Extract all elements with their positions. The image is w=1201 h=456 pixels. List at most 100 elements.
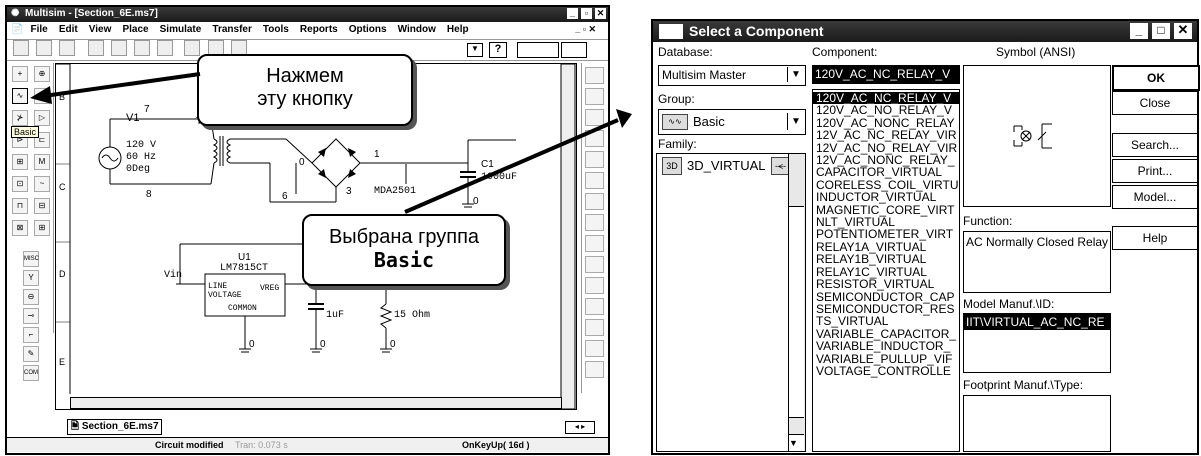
paste-icon[interactable] (134, 40, 151, 56)
function-generator-icon[interactable] (584, 88, 604, 105)
close-button[interactable]: ✕ (595, 8, 606, 19)
logic-analyzer-icon[interactable] (584, 193, 604, 210)
tab-scroll-buttons[interactable]: ◂ ▸ (565, 421, 595, 434)
component-item[interactable]: INDUCTOR_VIRTUAL (813, 191, 959, 204)
switch-button[interactable]: ⊸ (23, 308, 39, 324)
component-item[interactable]: POTENTIOMETER_VIRT (813, 228, 959, 241)
analog-button[interactable]: ▷ (34, 110, 50, 126)
misc2-button[interactable]: ⊞ (34, 220, 50, 236)
basic-button[interactable]: ∿ (12, 88, 28, 104)
mixed-button[interactable]: M (34, 154, 50, 170)
family-scrollbar[interactable]: ▲ ▼ (788, 154, 805, 451)
misc-button[interactable]: ~ (34, 176, 50, 192)
family-item[interactable]: 3D 3D_VIRTUAL (657, 154, 766, 179)
oscilloscope-icon[interactable] (584, 130, 604, 147)
search-button[interactable]: Search... (1112, 133, 1198, 157)
maximize-button[interactable]: ▫ (581, 8, 592, 19)
menu-view[interactable]: View (89, 24, 112, 35)
zoom-in-icon[interactable] (184, 40, 201, 56)
new-icon[interactable] (13, 40, 29, 56)
model-button[interactable]: Model... (1112, 185, 1198, 209)
wattmeter-icon[interactable] (584, 109, 604, 126)
measurement-probe-icon[interactable] (584, 319, 604, 336)
distortion-analyzer-icon[interactable] (584, 235, 604, 252)
source-button[interactable]: + (12, 66, 28, 82)
spectrum-analyzer-icon[interactable] (584, 256, 604, 273)
save-icon[interactable] (59, 40, 76, 56)
open-icon[interactable] (36, 40, 53, 56)
wire-button[interactable]: ⌐ (23, 327, 39, 343)
print-button[interactable]: Print... (1112, 159, 1198, 183)
bridge-label: MDA2501 (374, 186, 417, 197)
word-generator-icon[interactable] (584, 172, 604, 189)
tektronix-icon[interactable] (584, 361, 604, 378)
misc-digital-button[interactable]: ⊞ (12, 154, 28, 170)
component-item[interactable]: VARIABLE_INDUCTOR_ (813, 340, 959, 353)
dialog-maximize-button[interactable]: □ (1152, 23, 1170, 39)
menu-file[interactable]: File (31, 24, 48, 35)
menu-edit[interactable]: Edit (59, 24, 78, 35)
component-item[interactable]: CAPACITOR_VIRTUAL (813, 166, 959, 179)
menu-help[interactable]: Help (447, 24, 469, 35)
component-list[interactable]: 120V_AC_NC_RELAY_V 120V_AC_NO_RELAY_V 120V… (812, 89, 960, 452)
help-button[interactable]: ? (489, 42, 507, 58)
agilent-icon[interactable] (584, 340, 604, 357)
com-button[interactable]: COM (23, 365, 39, 381)
bode-plotter-icon[interactable] (584, 151, 604, 168)
logic-converter-icon[interactable] (584, 214, 604, 231)
document-tab[interactable]: 🗎 Section_6E.ms7 (67, 419, 162, 435)
copy-icon[interactable] (111, 40, 128, 56)
dialog-minimize-button[interactable]: _ (1130, 23, 1148, 39)
group-select[interactable]: ∿∿ Basic ▼ (658, 109, 806, 135)
model-selected-row[interactable]: IIT\VIRTUAL_AC_NC_RE (964, 314, 1110, 330)
toolbar-extra-button[interactable] (517, 42, 559, 58)
mdi-controls[interactable]: _ ▫ ✕ (575, 24, 596, 35)
database-select[interactable]: Multisim Master ▼ (658, 65, 806, 86)
family-list[interactable]: 3D3D_VIRTUAL-⪪-RESISTORRPRPACK╱POTENTIOM… (656, 153, 806, 452)
toolbar-extra-button-2[interactable] (561, 42, 587, 58)
component-item[interactable]: TS_VIRTUAL (813, 315, 959, 328)
electromech-button[interactable]: ⊟ (34, 198, 50, 214)
probe-button[interactable]: ✎ (23, 346, 39, 362)
component-toolbar: + ⊕ ∿ ▷ ⊁ ▷ ⊳ ⊏ ⊞ M ⊡ ~ ⊓ ⊟ ⊠ ⊞ Basic MI… (9, 63, 54, 381)
menu-tools[interactable]: Tools (263, 24, 289, 35)
rf-button[interactable]: ⊓ (12, 198, 28, 214)
transistor-button[interactable]: ⊁ (12, 110, 28, 126)
scroll-down-icon[interactable]: ▼ (789, 434, 804, 451)
callout-press-button-text: Нажмем эту кнопку (257, 65, 353, 110)
menu-simulate[interactable]: Simulate (160, 24, 202, 35)
component-item[interactable]: RELAY1B_VIRTUAL (813, 253, 959, 266)
component-item[interactable]: 12V_AC_NC_RELAY_VIR (813, 129, 959, 142)
toolbar-dropdown[interactable]: ▼ (467, 43, 483, 57)
minimize-button[interactable]: _ (567, 8, 578, 19)
misc-label-button[interactable]: MISC (23, 251, 39, 267)
footprint-box[interactable] (963, 395, 1111, 452)
dialog-close-button[interactable]: ✕ (1174, 23, 1192, 39)
antenna-button[interactable]: Y (23, 270, 39, 286)
menu-place[interactable]: Place (122, 24, 148, 35)
scroll-thumb[interactable] (789, 206, 804, 418)
cut-icon[interactable] (88, 40, 105, 56)
component-input[interactable]: 120V_AC_NC_RELAY_V (812, 65, 960, 84)
component-item[interactable]: 120V_AC_NO_RELAY_V (813, 104, 959, 117)
meter-button[interactable]: ⊖ (23, 289, 39, 305)
indicator-button[interactable]: ⊡ (12, 176, 28, 192)
menu-options[interactable]: Options (349, 24, 387, 35)
help-dialog-button[interactable]: Help (1112, 226, 1198, 250)
close-dialog-button[interactable]: Close (1112, 91, 1198, 115)
network-analyzer-icon[interactable] (584, 277, 604, 294)
sources-button-2[interactable]: ⊕ (34, 66, 50, 82)
component-item[interactable]: RESISTOR_VIRTUAL (813, 278, 959, 291)
menu-transfer[interactable]: Transfer (212, 24, 251, 35)
multimeter-icon[interactable] (584, 67, 604, 84)
menu-window[interactable]: Window (398, 24, 436, 35)
component-item[interactable]: VOLTAGE_CONTROLLE (813, 365, 959, 378)
h-scrollbar[interactable] (70, 397, 562, 409)
model-list[interactable]: IIT\VIRTUAL_AC_NC_RE (963, 313, 1111, 373)
ladder-button[interactable]: ⊠ (12, 220, 28, 236)
menu-reports[interactable]: Reports (300, 24, 338, 35)
diode-button[interactable]: ▷ (34, 88, 50, 104)
print-icon[interactable] (157, 40, 174, 56)
iv-analyzer-icon[interactable] (584, 298, 604, 315)
ok-button[interactable]: OK (1112, 65, 1200, 91)
